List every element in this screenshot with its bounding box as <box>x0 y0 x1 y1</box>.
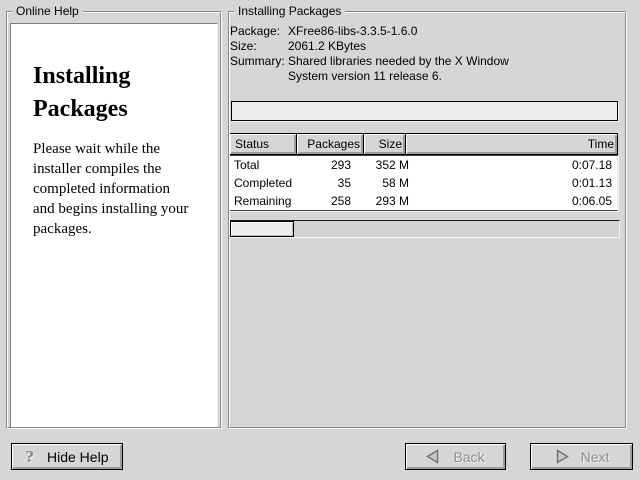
help-title: Installing Packages <box>33 60 201 126</box>
cell-size: 293 M <box>366 192 409 210</box>
help-body-text: Please wait while the installer compiles… <box>33 139 203 239</box>
column-header-size[interactable]: Size <box>363 133 406 155</box>
install-stats-table: Status Packages Size Time Total 293 352 … <box>229 133 618 211</box>
hide-help-button-label: Hide Help <box>47 449 108 465</box>
summary-label: Summary: <box>230 54 288 84</box>
total-progress-fill <box>230 221 294 237</box>
table-row-remaining: Remaining 258 293 M 0:06.05 <box>230 192 617 210</box>
online-help-panel: Online Help Installing Packages Please w… <box>6 11 222 429</box>
cell-size: 58 M <box>366 174 409 192</box>
next-button-label: Next <box>581 449 610 465</box>
help-body-line: installer compiles the <box>33 159 203 179</box>
column-header-packages[interactable]: Packages <box>296 133 364 155</box>
installing-packages-frame-label: Installing Packages <box>234 4 345 18</box>
question-mark-icon: ? <box>26 448 35 465</box>
cell-status: Total <box>230 156 298 174</box>
size-value: 2061.2 KBytes <box>288 39 509 54</box>
stats-table-body: Total 293 352 M 0:07.18 Completed 35 58 … <box>229 155 618 211</box>
package-value: XFree86-libs-3.3.5-1.6.0 <box>288 24 509 39</box>
summary-line: System version 11 release 6. <box>288 69 509 84</box>
cell-time: 0:07.18 <box>409 156 617 174</box>
help-body-line: Please wait while the <box>33 139 203 159</box>
cell-size: 352 M <box>366 156 409 174</box>
package-info: Package: XFree86-libs-3.3.5-1.6.0 Size: … <box>230 24 509 84</box>
summary-line: Shared libraries needed by the X Window <box>288 54 509 69</box>
package-progress-bar <box>231 101 618 121</box>
size-label: Size: <box>230 39 288 54</box>
back-arrow-icon <box>426 449 441 464</box>
stats-table-header: Status Packages Size Time <box>229 133 618 155</box>
back-button[interactable]: Back <box>405 443 506 470</box>
total-progress-bar <box>229 220 620 238</box>
column-header-time[interactable]: Time <box>405 133 618 155</box>
summary-value: Shared libraries needed by the X Window … <box>288 54 509 84</box>
table-row-completed: Completed 35 58 M 0:01.13 <box>230 174 617 192</box>
cell-packages: 293 <box>298 156 366 174</box>
cell-status: Remaining <box>230 192 298 210</box>
online-help-frame-label: Online Help <box>12 4 83 18</box>
installing-packages-panel: Installing Packages Package: XFree86-lib… <box>228 11 627 429</box>
cell-time: 0:06.05 <box>409 192 617 210</box>
cell-time: 0:01.13 <box>409 174 617 192</box>
column-header-status[interactable]: Status <box>229 133 297 155</box>
cell-packages: 35 <box>298 174 366 192</box>
help-content: Installing Packages Please wait while th… <box>10 23 218 428</box>
package-label: Package: <box>230 24 288 39</box>
table-row-total: Total 293 352 M 0:07.18 <box>230 156 617 174</box>
next-arrow-icon <box>554 449 569 464</box>
installer-screen: Online Help Installing Packages Please w… <box>0 0 640 480</box>
next-button[interactable]: Next <box>530 443 633 470</box>
hide-help-button[interactable]: ? Hide Help <box>11 443 123 470</box>
back-button-label: Back <box>453 449 484 465</box>
help-body-line: completed information <box>33 179 203 199</box>
help-body-line: packages. <box>33 219 203 239</box>
help-body-line: and begins installing your <box>33 199 203 219</box>
cell-packages: 258 <box>298 192 366 210</box>
cell-status: Completed <box>230 174 298 192</box>
